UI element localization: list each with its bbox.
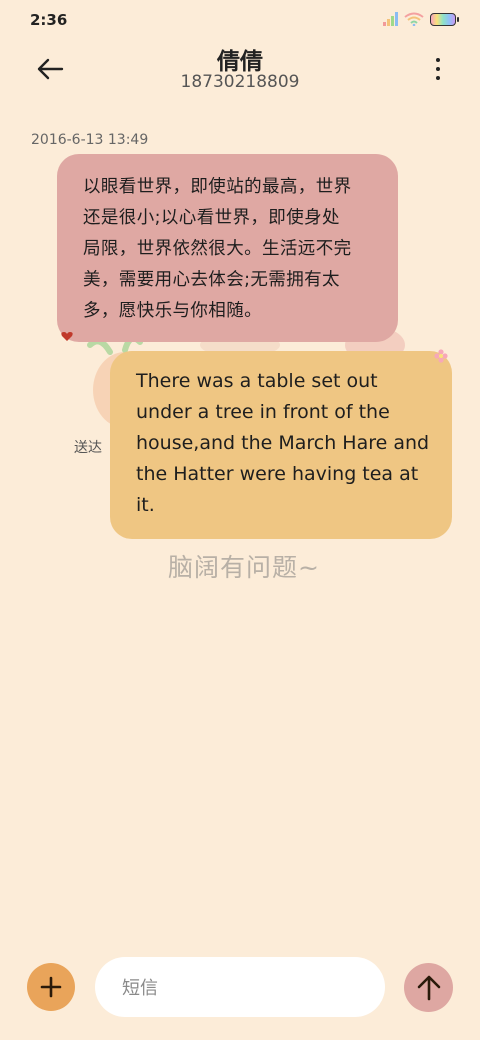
more-vertical-icon [436, 58, 440, 62]
message-timestamp: 2016-6-13 13:49 [31, 132, 149, 148]
sent-message-bubble[interactable]: There was a table set out under a tree i… [110, 351, 452, 539]
send-button[interactable] [404, 963, 453, 1012]
wifi-icon [404, 12, 424, 26]
received-message-bubble[interactable]: 以眼看世界，即使站的最高，世界 还是很小;以心看世界，即使身处 局限，世界依然很… [57, 154, 398, 342]
received-message-text: 以眼看世界，即使站的最高，世界 还是很小;以心看世界，即使身处 局限，世界依然很… [83, 177, 352, 321]
add-attachment-button[interactable] [27, 963, 75, 1011]
signal-icon [383, 12, 398, 26]
delivery-status: 送达 [74, 440, 102, 456]
more-options-button[interactable] [434, 58, 442, 80]
plus-icon [40, 976, 62, 998]
contact-name: 倩倩 [217, 49, 263, 75]
status-bar: 2:36 [0, 0, 480, 40]
watermark-text: 脑阔有问题~ [168, 553, 320, 582]
status-icons [383, 12, 459, 26]
sms-input[interactable]: 短信 [95, 957, 385, 1017]
heart-icon [61, 332, 73, 341]
app-header: 倩倩 18730218809 [0, 40, 480, 100]
contact-number: 18730218809 [180, 72, 300, 92]
sms-input-placeholder: 短信 [122, 978, 158, 999]
sent-message-text: There was a table set out under a tree i… [136, 370, 430, 516]
status-time: 2:36 [30, 11, 68, 29]
send-arrow-icon [417, 975, 440, 1000]
flower-icon [434, 349, 448, 363]
battery-icon [430, 12, 459, 26]
